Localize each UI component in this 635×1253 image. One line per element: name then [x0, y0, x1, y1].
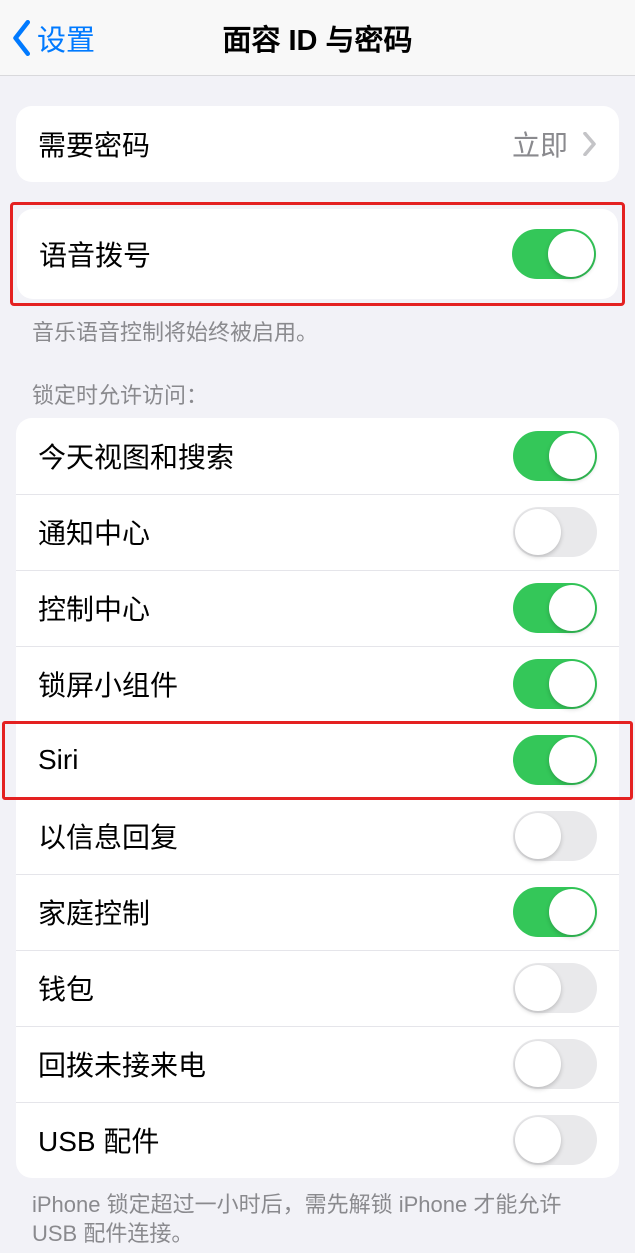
chevron-right-icon — [582, 132, 597, 156]
reply-with-message-label: 以信息回复 — [38, 816, 178, 856]
toggle-reply-with-message[interactable] — [513, 811, 597, 861]
usb-accessories-label: USB 配件 — [38, 1120, 159, 1160]
today-view-label: 今天视图和搜索 — [38, 436, 234, 476]
lock-access-footer: iPhone 锁定超过一小时后，需先解锁 iPhone 才能允许USB 配件连接… — [32, 1190, 603, 1249]
toggle-return-missed-calls[interactable] — [513, 1039, 597, 1089]
row-return-missed-calls: 回拨未接来电 — [16, 1026, 619, 1102]
group-require-passcode: 需要密码 立即 — [16, 106, 619, 182]
row-wallet: 钱包 — [16, 950, 619, 1026]
row-reply-with-message: 以信息回复 — [16, 798, 619, 874]
page-title: 面容 ID 与密码 — [0, 17, 635, 59]
notification-center-label: 通知中心 — [38, 512, 150, 552]
back-label: 设置 — [37, 17, 95, 59]
highlight-voice-dial: 语音拨号 — [10, 202, 625, 306]
toggle-control-center[interactable] — [513, 583, 597, 633]
toggle-siri[interactable] — [513, 735, 597, 785]
row-usb-accessories: USB 配件 — [16, 1102, 619, 1178]
toggle-wallet[interactable] — [513, 963, 597, 1013]
row-siri: Siri — [16, 722, 619, 798]
lock-screen-widgets-label: 锁屏小组件 — [38, 664, 178, 704]
require-passcode-value: 立即 — [512, 124, 597, 164]
home-control-label: 家庭控制 — [38, 892, 150, 932]
toggle-notification-center[interactable] — [513, 507, 597, 557]
navbar: 设置 面容 ID 与密码 — [0, 0, 635, 76]
toggle-home-control[interactable] — [513, 887, 597, 937]
control-center-label: 控制中心 — [38, 588, 150, 628]
group-lock-access: 今天视图和搜索 通知中心 控制中心 锁屏小组件 Siri 以信息回复 家庭控制 — [16, 418, 619, 1178]
group-voice-dial: 语音拨号 — [17, 209, 618, 299]
toggle-lock-screen-widgets[interactable] — [513, 659, 597, 709]
row-require-passcode[interactable]: 需要密码 立即 — [16, 106, 619, 182]
row-voice-dial: 语音拨号 — [17, 209, 618, 299]
voice-dial-footer: 音乐语音控制将始终被启用。 — [32, 318, 603, 348]
lock-access-header: 锁定时允许访问： — [32, 378, 603, 410]
require-passcode-value-text: 立即 — [512, 124, 568, 164]
toggle-voice-dial[interactable] — [512, 229, 596, 279]
require-passcode-label: 需要密码 — [38, 124, 150, 164]
row-home-control: 家庭控制 — [16, 874, 619, 950]
row-notification-center: 通知中心 — [16, 494, 619, 570]
row-today-view: 今天视图和搜索 — [16, 418, 619, 494]
toggle-usb-accessories[interactable] — [513, 1115, 597, 1165]
return-missed-calls-label: 回拨未接来电 — [38, 1044, 206, 1084]
row-control-center: 控制中心 — [16, 570, 619, 646]
wallet-label: 钱包 — [38, 968, 94, 1008]
siri-label: Siri — [38, 744, 78, 776]
voice-dial-label: 语音拨号 — [39, 234, 151, 274]
row-lock-screen-widgets: 锁屏小组件 — [16, 646, 619, 722]
chevron-left-icon — [12, 20, 33, 56]
back-button[interactable]: 设置 — [0, 17, 95, 59]
toggle-today-view[interactable] — [513, 431, 597, 481]
